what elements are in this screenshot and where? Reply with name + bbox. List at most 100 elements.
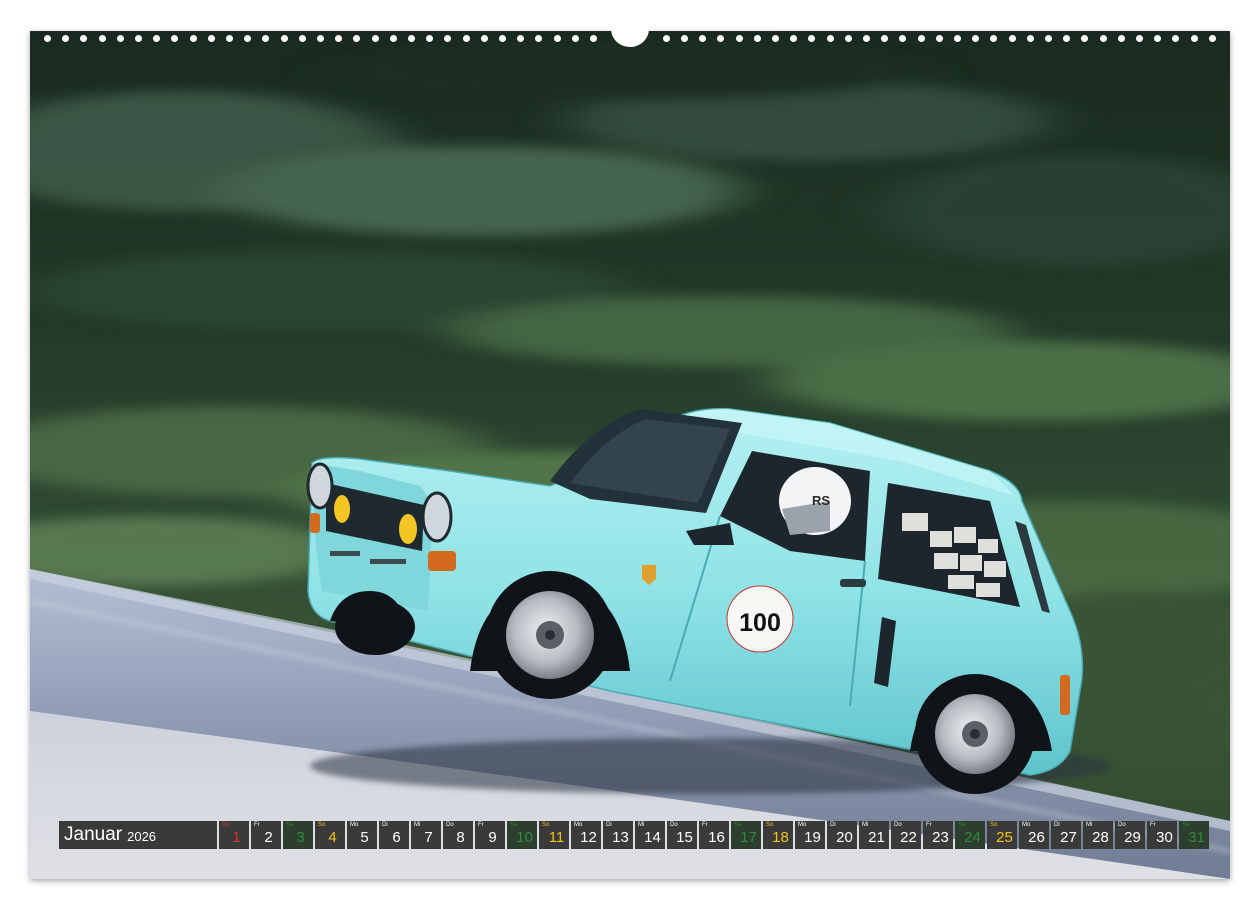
calendar-day: So 18 bbox=[763, 821, 793, 849]
weekday-label: So bbox=[318, 822, 326, 828]
calendar-day: Do 8 bbox=[443, 821, 473, 849]
rear-wheel bbox=[915, 674, 1035, 794]
weekday-label: Di bbox=[830, 822, 836, 828]
day-number: 18 bbox=[772, 829, 789, 846]
weekday-label: Do bbox=[1118, 822, 1126, 828]
day-number: 8 bbox=[456, 829, 465, 846]
weekday-label: Di bbox=[606, 822, 612, 828]
day-number: 4 bbox=[328, 829, 337, 846]
day-number: 12 bbox=[580, 829, 597, 846]
weekday-label: Mo bbox=[798, 822, 807, 828]
weekday-label: Mo bbox=[1022, 822, 1031, 828]
weekday-label: Mi bbox=[638, 822, 645, 828]
weekday-label: Fr bbox=[254, 822, 260, 828]
weekday-label: Mo bbox=[574, 822, 583, 828]
day-number: 31 bbox=[1188, 829, 1205, 846]
day-number: 10 bbox=[516, 829, 533, 846]
day-number: 30 bbox=[1156, 829, 1173, 846]
calendar-day: So 4 bbox=[315, 821, 345, 849]
year: 2026 bbox=[127, 829, 157, 844]
weekday-label: Mi bbox=[862, 822, 869, 828]
calendar-day: Sa 17 bbox=[731, 821, 761, 849]
weekday-label: Mi bbox=[1086, 822, 1093, 828]
weekday-label: Mo bbox=[350, 822, 359, 828]
calendar-page: RS 100 bbox=[30, 31, 1230, 879]
front-wheel bbox=[486, 571, 614, 699]
day-number: 19 bbox=[804, 829, 821, 846]
weekday-label: Do bbox=[894, 822, 902, 828]
day-number: 29 bbox=[1124, 829, 1141, 846]
day-number: 6 bbox=[392, 829, 401, 846]
calendar-day: Do 1 bbox=[219, 821, 249, 849]
weekday-label: Do bbox=[670, 822, 678, 828]
day-number: 5 bbox=[360, 829, 369, 846]
calendar-day: So 25 bbox=[987, 821, 1017, 849]
weekday-label: Sa bbox=[958, 822, 966, 828]
weekday-label: Sa bbox=[734, 822, 742, 828]
calendar-day: Mo 19 bbox=[795, 821, 825, 849]
weekday-label: So bbox=[542, 822, 550, 828]
weekday-label: Sa bbox=[286, 822, 294, 828]
calendar-day: Sa 24 bbox=[955, 821, 985, 849]
day-number: 26 bbox=[1028, 829, 1045, 846]
day-number: 13 bbox=[612, 829, 629, 846]
rally-car-photo: RS 100 bbox=[30, 31, 1230, 879]
helmet-text: RS bbox=[812, 493, 830, 508]
weekday-label: So bbox=[766, 822, 774, 828]
day-number: 9 bbox=[488, 829, 497, 846]
weekday-label: Do bbox=[446, 822, 454, 828]
day-number: 23 bbox=[932, 829, 949, 846]
calendar-day: Di 27 bbox=[1051, 821, 1081, 849]
day-number: 28 bbox=[1092, 829, 1109, 846]
calendar-day: Mi 14 bbox=[635, 821, 665, 849]
weekday-label: Mi bbox=[414, 822, 421, 828]
calendar-day: Do 15 bbox=[667, 821, 697, 849]
day-number: 17 bbox=[740, 829, 757, 846]
weekday-label: Sa bbox=[1182, 822, 1190, 828]
calendar-day: Sa 3 bbox=[283, 821, 313, 849]
calendar-day: Di 6 bbox=[379, 821, 409, 849]
calendar-day: Mi 7 bbox=[411, 821, 441, 849]
calendar-day: Mi 21 bbox=[859, 821, 889, 849]
calendar-day: Do 29 bbox=[1115, 821, 1145, 849]
weekday-label: Fr bbox=[926, 822, 932, 828]
calendar-day: Fr 23 bbox=[923, 821, 953, 849]
day-number: 2 bbox=[264, 829, 273, 846]
month-name: Januar bbox=[64, 824, 123, 845]
race-number: 100 bbox=[739, 609, 781, 637]
calendar-day: Mo 12 bbox=[571, 821, 601, 849]
calendar-day: Fr 2 bbox=[251, 821, 281, 849]
month-label: Januar 2026 bbox=[59, 821, 217, 849]
calendar-day: Fr 16 bbox=[699, 821, 729, 849]
day-number: 16 bbox=[708, 829, 725, 846]
day-number: 14 bbox=[644, 829, 661, 846]
day-number: 21 bbox=[868, 829, 885, 846]
calendar-day: Mo 5 bbox=[347, 821, 377, 849]
calendar-day: Mi 28 bbox=[1083, 821, 1113, 849]
calendar-day: Do 22 bbox=[891, 821, 921, 849]
calendar-day: Di 13 bbox=[603, 821, 633, 849]
weekday-label: Fr bbox=[702, 822, 708, 828]
far-front-wheel bbox=[335, 599, 415, 655]
calendar-day: Sa 10 bbox=[507, 821, 537, 849]
calendar-day: So 11 bbox=[539, 821, 569, 849]
weekday-label: Di bbox=[1054, 822, 1060, 828]
weekday-label: Fr bbox=[1150, 822, 1156, 828]
weekday-label: Sa bbox=[510, 822, 518, 828]
weekday-label: Fr bbox=[478, 822, 484, 828]
day-number: 22 bbox=[900, 829, 917, 846]
weekday-label: So bbox=[990, 822, 998, 828]
calendar-day: Mo 26 bbox=[1019, 821, 1049, 849]
calendar-strip: Januar 2026 Do 1 Fr 2 Sa 3 So 4 Mo 5 Di 6 Mi 7 Do 8 Fr 9 S… bbox=[59, 821, 1209, 849]
day-number: 11 bbox=[548, 829, 565, 846]
day-number: 3 bbox=[296, 829, 305, 846]
day-number: 25 bbox=[996, 829, 1013, 846]
weekday-label: Di bbox=[382, 822, 388, 828]
day-number: 20 bbox=[836, 829, 853, 846]
calendar-day: Fr 9 bbox=[475, 821, 505, 849]
day-number: 24 bbox=[964, 829, 981, 846]
day-number: 1 bbox=[232, 829, 241, 846]
day-number: 27 bbox=[1060, 829, 1077, 846]
calendar-day: Sa 31 bbox=[1179, 821, 1209, 849]
calendar-day: Di 20 bbox=[827, 821, 857, 849]
